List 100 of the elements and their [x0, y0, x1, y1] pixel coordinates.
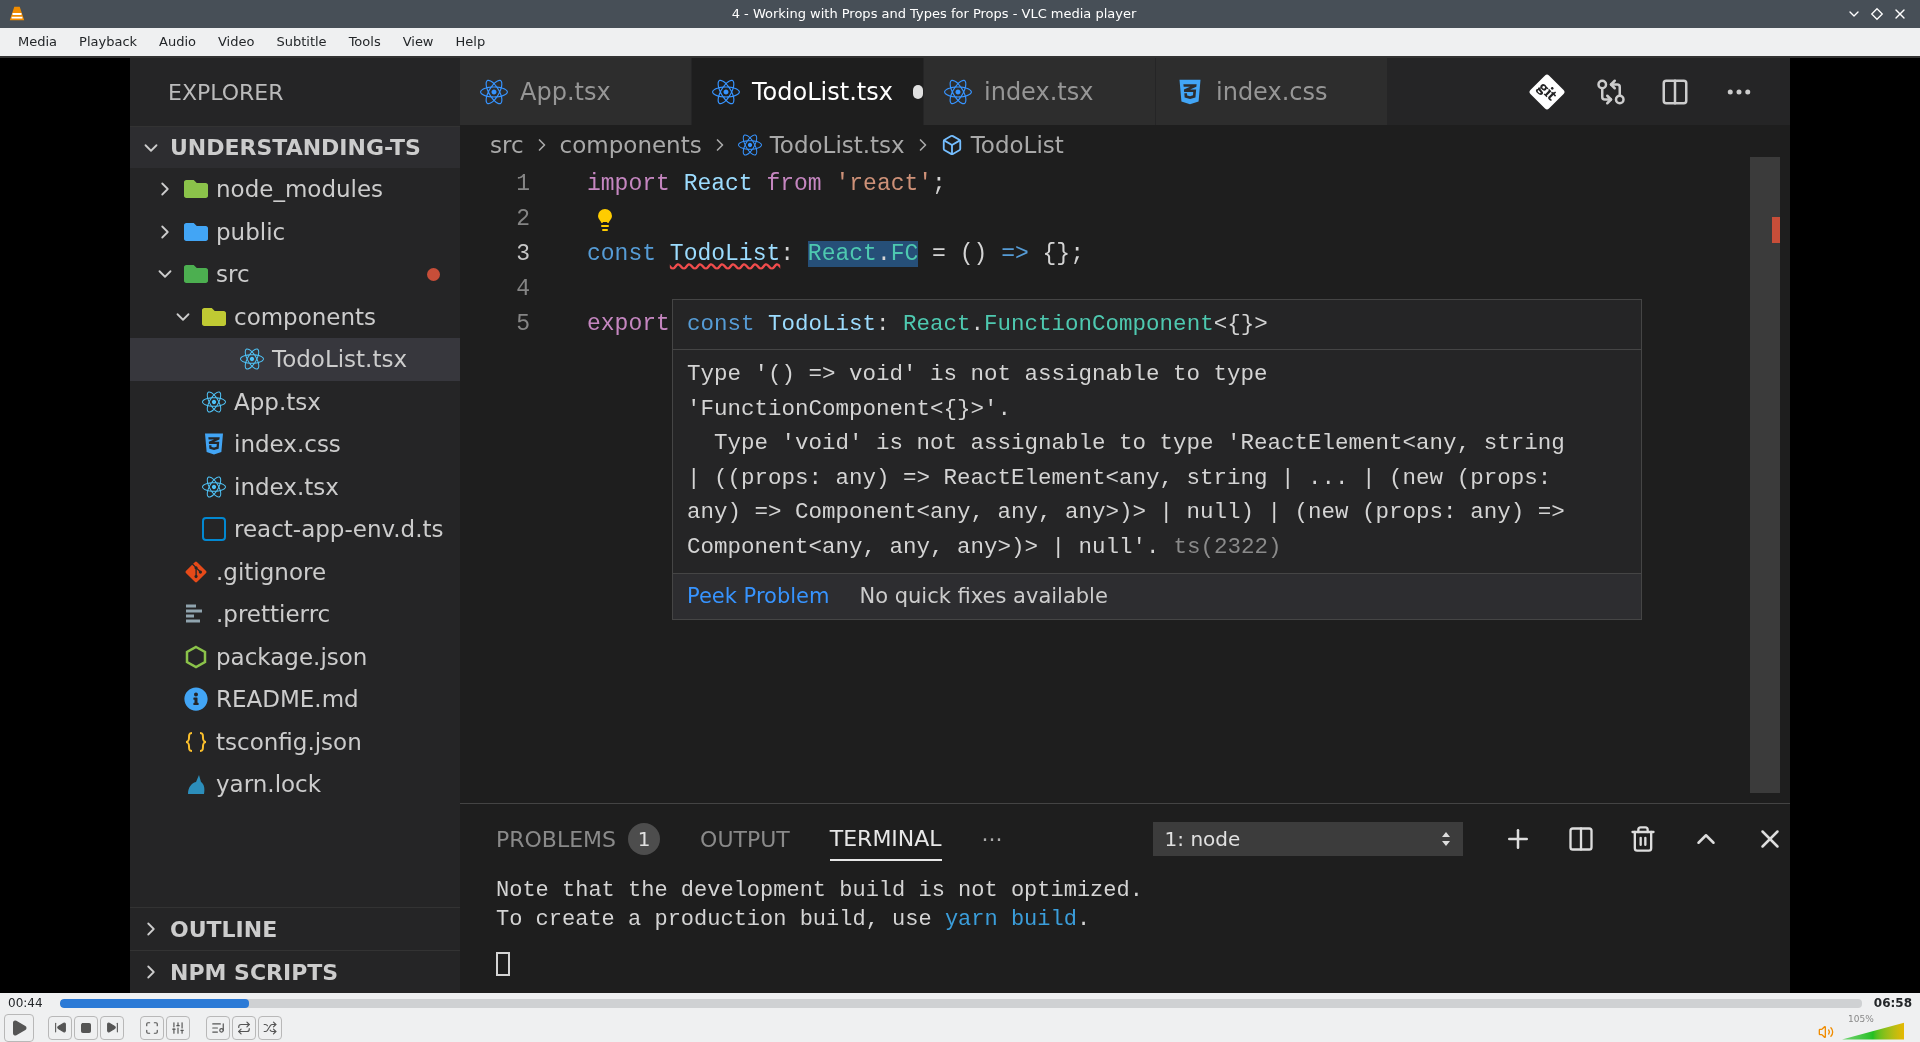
- info-icon: [184, 687, 208, 712]
- quick-fix-note: No quick fixes available: [859, 582, 1108, 610]
- error-message-line: Component<any, any, any>)> | null'.: [687, 532, 1160, 562]
- tree-item[interactable]: public: [130, 210, 460, 253]
- react-icon: [202, 474, 226, 499]
- panel-tab[interactable]: OUTPUT: [700, 817, 790, 861]
- line-number: 5: [515, 310, 530, 340]
- symbol-icon: [940, 134, 963, 156]
- react-icon: [202, 389, 226, 414]
- braces-icon: [184, 729, 208, 754]
- tree-item[interactable]: .prettierrc: [130, 593, 460, 636]
- loop-button[interactable]: [232, 1015, 256, 1040]
- terminal-line: Note that the development build is not optimized.: [496, 877, 1143, 903]
- previous-button[interactable]: [48, 1015, 72, 1040]
- tree-item[interactable]: src: [130, 253, 460, 296]
- stop-button[interactable]: [74, 1015, 98, 1040]
- tree-item[interactable]: .gitignore: [130, 550, 460, 593]
- tree-item[interactable]: node_modules: [130, 168, 460, 211]
- fullscreen-icon: [145, 1020, 159, 1035]
- seek-bar[interactable]: [60, 998, 1862, 1008]
- tree-item[interactable]: index.tsx: [130, 465, 460, 508]
- line-number: 3: [515, 240, 530, 270]
- tree-item[interactable]: index.css: [130, 423, 460, 466]
- maximize-button[interactable]: [1870, 7, 1884, 21]
- next-button[interactable]: [100, 1015, 124, 1040]
- breadcrumb-item[interactable]: TodoList.tsx: [769, 127, 905, 163]
- editor-tab[interactable]: index.tsx: [924, 58, 1156, 125]
- ts-file-icon: [202, 517, 226, 542]
- menu-item[interactable]: Tools: [338, 32, 391, 52]
- code-line: export: [587, 310, 670, 340]
- compare-icon[interactable]: [1596, 76, 1626, 107]
- react-icon: [480, 77, 508, 106]
- more-tabs-button[interactable]: ···: [981, 822, 1003, 856]
- react-icon: [737, 133, 762, 157]
- loop-icon: [237, 1020, 251, 1035]
- tree-item[interactable]: App.tsx: [130, 380, 460, 423]
- editor-tab[interactable]: App.tsx: [460, 58, 692, 125]
- terminal-line: To create a production build, use yarn build.: [496, 906, 1091, 932]
- playlist-button[interactable]: [206, 1015, 230, 1040]
- tree-item[interactable]: yarn.lock: [130, 763, 460, 806]
- panel-tab[interactable]: TERMINAL: [829, 817, 942, 861]
- terminal-select[interactable]: 1: node: [1152, 822, 1463, 856]
- elapsed-time: 00:44: [8, 995, 44, 1012]
- error-marker: [1772, 217, 1780, 243]
- editor-tab[interactable]: index.css: [1156, 58, 1388, 125]
- previous-icon: [53, 1021, 67, 1034]
- menu-item[interactable]: Media: [8, 32, 68, 52]
- volume-reading: 105%: [1848, 1012, 1874, 1026]
- react-icon: [712, 77, 740, 106]
- menu-item[interactable]: Video: [208, 32, 265, 52]
- breadcrumb-item[interactable]: src: [490, 127, 524, 163]
- panel-tab[interactable]: PROBLEMS 1: [496, 817, 661, 861]
- tree-item[interactable]: package.json: [130, 635, 460, 678]
- playlist-icon: [211, 1020, 225, 1035]
- sidebar-title: EXPLORER: [168, 78, 284, 107]
- error-message-line: 'FunctionComponent<{}>'.: [687, 394, 1012, 424]
- tree-item[interactable]: TodoList.tsx: [130, 338, 460, 381]
- menu-item[interactable]: Playback: [69, 32, 148, 52]
- menu-item[interactable]: Help: [445, 32, 496, 52]
- extended-settings-button[interactable]: [166, 1015, 190, 1040]
- tree-item[interactable]: components: [130, 295, 460, 338]
- stop-icon: [80, 1021, 92, 1034]
- menu-item[interactable]: Subtitle: [266, 32, 337, 52]
- split-terminal-icon[interactable]: [1566, 825, 1595, 853]
- peek-problem-link[interactable]: Peek Problem: [687, 580, 830, 613]
- fullscreen-button[interactable]: [140, 1015, 164, 1040]
- window-title: 4 - Working with Props and Types for Props - VLC media player: [730, 5, 1138, 24]
- error-code: ts(2322): [1173, 532, 1282, 562]
- react-icon: [944, 77, 972, 106]
- hexagon-icon: [184, 644, 208, 669]
- line-number: 4: [515, 275, 530, 305]
- problem-count-badge: 1: [628, 823, 661, 855]
- cone-icon: [8, 5, 26, 23]
- shuffle-button[interactable]: [258, 1015, 282, 1040]
- breadcrumb-item[interactable]: TodoList: [970, 127, 1064, 163]
- code-line: const TodoList: React.FC = () => {};: [587, 240, 1084, 270]
- project-header[interactable]: UNDERSTANDING-TS: [130, 126, 460, 168]
- error-message-line: Type 'void' is not assignable to type 'ReactElement<any, string: [713, 429, 1565, 459]
- terminal-cursor: [496, 952, 510, 976]
- tree-item[interactable]: react-app-env.d.ts: [130, 508, 460, 551]
- menu-item[interactable]: Audio: [149, 32, 206, 52]
- updown-icon: [1440, 831, 1451, 847]
- shuffle-icon: [263, 1020, 277, 1035]
- play-button[interactable]: [4, 1013, 34, 1042]
- line-number: 2: [515, 205, 530, 235]
- menu-item[interactable]: View: [392, 32, 444, 52]
- trash-icon[interactable]: [1628, 825, 1657, 853]
- next-icon: [105, 1021, 119, 1034]
- error-message-line: any) => Component<any, any, any>)> | null) | (new (props: any) =>: [687, 498, 1565, 528]
- react-icon: [240, 347, 264, 372]
- editor-tab[interactable]: TodoList.tsx: [692, 58, 924, 125]
- sliders-icon: [171, 1020, 185, 1035]
- git-icon: [184, 559, 208, 584]
- scrollbar[interactable]: [1750, 157, 1780, 793]
- total-time: 06:58: [1873, 995, 1912, 1012]
- error-message-line: Type '() => void' is not assignable to type: [687, 360, 1268, 390]
- code-line: import React from 'react';: [587, 170, 946, 200]
- tree-item[interactable]: tsconfig.json: [130, 720, 460, 763]
- tree-item[interactable]: README.md: [130, 678, 460, 721]
- breadcrumb-item[interactable]: components: [559, 127, 702, 163]
